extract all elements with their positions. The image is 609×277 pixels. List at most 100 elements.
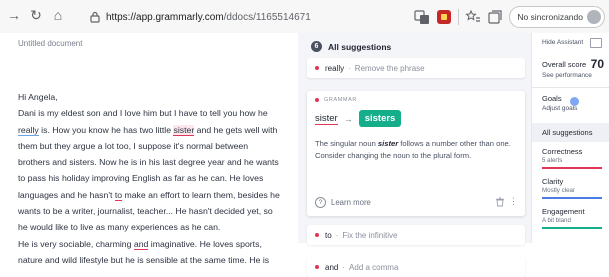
suggestions-header: 6 All suggestions [311,41,391,52]
severity-dot-icon [315,98,319,102]
profile-sync-button[interactable]: No sincronizando [509,6,605,28]
document-editor[interactable]: Untitled document Hi Angela, Dani is my e… [0,33,298,265]
text-run: and he gets well with [194,124,278,135]
text-run: imaginative. He loves sports, [148,238,262,249]
trash-icon[interactable] [495,197,505,207]
avatar [587,10,601,24]
home-icon[interactable]: ⌂ [50,7,66,23]
metric-name[interactable]: Clarity [542,177,563,186]
metric-status: A bit bland [542,217,571,224]
metric-name[interactable]: Correctness [542,147,582,156]
metric-bar [542,167,602,169]
text-run: to pass his holiday improving English as… [18,173,264,184]
separator: · [342,262,346,272]
severity-dot-icon [315,265,319,269]
severity-dot-icon [315,66,319,70]
document-body[interactable]: Hi Angela, Dani is my eldest son and I lo… [18,89,300,268]
document-line[interactable]: them but they argue a lot too, I suppose… [18,138,300,154]
goals-label[interactable]: Goals [542,94,562,103]
flagged-word-correctness[interactable]: to [114,189,123,201]
suggestion-explanation: The singular noun sister follows a numbe… [315,139,511,160]
metric-status: Mostly clear [542,187,576,194]
suggestion-card-to[interactable]: to · Fix the infinitive [307,225,525,245]
reload-icon[interactable]: ↻ [28,7,44,23]
metric-name[interactable]: Engagement [542,207,585,216]
favorites-icon[interactable] [465,9,481,25]
suggestion-word: to [325,230,332,240]
replacement-row: sister → sisters [315,110,402,127]
sync-status-label: No sincronizando [517,12,583,22]
separator: · [348,63,351,73]
sidebar-toggle-icon[interactable] [590,38,602,48]
suggestion-word: really [325,63,345,73]
text-run: Dani is my eldest son and I love him but… [18,108,268,119]
translate-icon[interactable] [414,9,430,25]
text-run: brothers and sisters. Now he is in his l… [18,157,279,168]
text-run: is. How you know he has two little [38,124,174,135]
document-title[interactable]: Untitled document [18,39,82,48]
help-icon: ? [315,197,326,208]
adjust-goals-link[interactable]: Adjust goals [542,105,577,112]
arrow-right-icon: → [343,113,353,124]
extension-icon[interactable] [436,9,452,25]
hide-assistant-button[interactable]: Hide Assistant [542,39,583,46]
flagged-word-active[interactable]: sister [173,124,195,136]
toolbar-divider [458,9,460,25]
severity-dot-icon [315,233,319,237]
see-performance-link[interactable]: See performance [542,72,592,79]
document-line[interactable]: brothers and sisters. Now he is in his l… [18,154,300,170]
document-line[interactable]: He is very sociable, charming and imagin… [18,236,300,252]
suggestion-word: and [325,262,339,272]
text-run: make an effort to learn them, besides he [122,189,280,200]
original-word: sister [315,112,338,125]
document-line[interactable]: he would like to live as many experience… [18,219,300,235]
suggestions-panel: 6 All suggestions really · Remove the ph… [298,33,531,277]
separator: · [335,230,339,240]
document-line[interactable]: Hi Angela, [18,89,300,105]
learn-more-label: Learn more [331,198,371,207]
category-label: GRAMMAR [324,97,357,103]
document-line[interactable]: wants to be a writer, journalist, teache… [18,203,300,219]
document-line[interactable]: to pass his holiday improving English as… [18,170,300,186]
text-run: wants to be a writer, journalist, teache… [18,206,273,217]
all-suggestions-nav[interactable]: All suggestions [532,123,609,142]
suggestion-description: Remove the phrase [354,63,425,73]
document-line[interactable]: really is. How you know he has two littl… [18,122,300,138]
suggestion-description: Add a comma [349,262,399,272]
address-bar[interactable]: https://app.grammarly.com/ddocs/11655146… [90,7,311,27]
url-text: https://app.grammarly.com/ddocs/11655146… [106,11,311,23]
goals-indicator-icon [570,97,579,106]
browser-toolbar: → ↻ ⌂ https://app.grammarly.com/ddocs/11… [0,0,609,34]
flagged-word-clarity[interactable]: really [18,124,39,136]
document-line[interactable]: nature and wild lifestyle but he is sens… [18,252,300,268]
overall-score-label: Overall score [542,60,587,69]
accept-replacement-button[interactable]: sisters [358,110,402,127]
lock-icon [90,11,100,23]
text-run: He is very sociable, charming [18,238,134,249]
document-line[interactable]: Dani is my eldest son and I love him but… [18,105,300,121]
suggestion-card-expanded[interactable]: GRAMMAR sister → sisters The singular no… [307,91,525,216]
overall-score-value: 70 [590,57,604,71]
back-arrow-icon[interactable]: → [6,7,22,23]
more-options-icon[interactable]: ⋮ [509,197,518,206]
collections-icon[interactable] [487,9,503,25]
text-run: Hi Angela, [18,92,58,102]
text-run: nature and wild lifestyle but he is sens… [18,254,270,265]
suggestions-title: All suggestions [328,41,392,52]
document-line[interactable]: languages and he hasn't to make an effor… [18,187,300,203]
metric-bar [542,197,602,199]
flagged-word-correctness[interactable]: and [133,238,149,250]
suggestion-card-really[interactable]: really · Remove the phrase [307,58,525,78]
text-run: he would like to live as many experience… [18,222,221,233]
suggestion-count-badge: 6 [311,41,322,52]
suggestion-card-and[interactable]: and · Add a comma [307,257,525,277]
learn-more-link[interactable]: ? Learn more [315,197,371,208]
toolbar-right: No sincronizando [414,5,605,29]
suggestion-description: Fix the infinitive [342,230,398,240]
metric-status: 5 alerts [542,157,563,164]
assistant-sidebar: Hide Assistant Overall score 70 See perf… [531,33,609,243]
divider [532,87,609,88]
text-run: languages and he hasn't [18,189,115,200]
text-run: them but they argue a lot too, I suppose… [18,140,249,151]
suggestion-category: GRAMMAR [315,97,357,103]
